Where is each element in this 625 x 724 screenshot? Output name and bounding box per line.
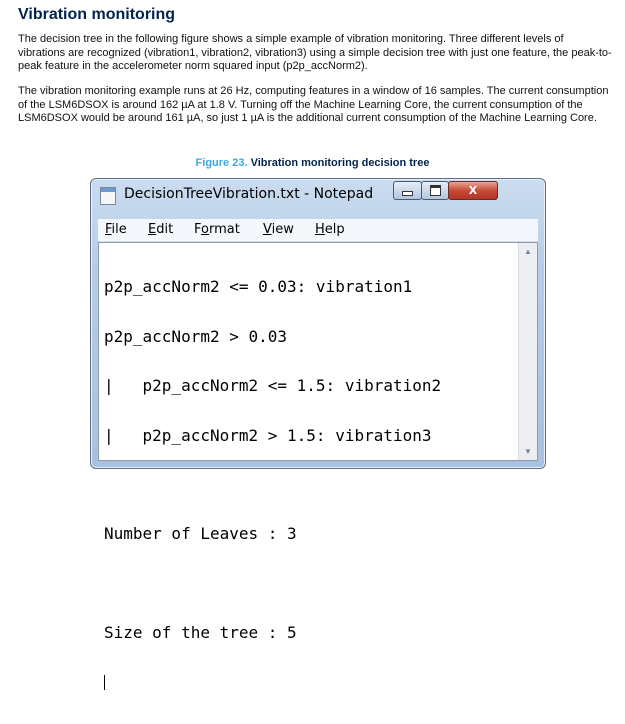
size-line: Size of the tree : 5 (104, 622, 297, 642)
leaves-line: Number of Leaves : 3 (104, 524, 297, 543)
title-bar[interactable]: DecisionTreeVibration.txt - Notepad X (91, 179, 545, 211)
menu-file[interactable]: File (105, 222, 127, 237)
paragraph-intro: The decision tree in the following figur… (18, 33, 612, 72)
vertical-scrollbar[interactable]: ▲ ▼ (518, 243, 537, 460)
notepad-window: DecisionTreeVibration.txt - Notepad X Fi… (90, 178, 546, 690)
maximize-button[interactable] (421, 181, 449, 200)
figure-label: Figure 23. (195, 157, 248, 169)
scroll-down-arrow-icon[interactable]: ▼ (519, 443, 537, 460)
text-editor[interactable]: p2p_accNorm2 <= 0.03: vibration1 p2p_acc… (98, 242, 538, 690)
menu-format[interactable]: Format (194, 222, 240, 237)
minimize-icon (402, 191, 413, 196)
notepad-icon (100, 187, 116, 205)
maximize-icon (429, 185, 441, 196)
menu-help[interactable]: Help (315, 222, 345, 237)
minimize-button[interactable] (393, 181, 422, 200)
editor-text[interactable]: p2p_accNorm2 <= 0.03: vibration1 p2p_acc… (104, 246, 511, 690)
menu-edit[interactable]: Edit (148, 222, 173, 237)
text-line: p2p_accNorm2 > 0.03 (104, 326, 288, 346)
menu-view[interactable]: View (263, 222, 294, 237)
menu-bar: File Edit Format View Help (98, 219, 538, 242)
text-line: | p2p_accNorm2 <= 1.5: vibration2 (104, 376, 442, 395)
paragraph-power: The vibration monitoring example runs at… (18, 85, 609, 124)
window-title: DecisionTreeVibration.txt - Notepad (124, 186, 374, 202)
text-caret (104, 675, 105, 690)
close-icon: X (468, 184, 478, 197)
section-heading: Vibration monitoring (18, 6, 176, 23)
close-button[interactable]: X (448, 181, 498, 200)
figure-title: Vibration monitoring decision tree (250, 157, 430, 169)
figure-caption: Figure 23. Vibration monitoring decision… (0, 157, 625, 169)
text-line: | p2p_accNorm2 > 1.5: vibration3 (104, 425, 432, 445)
text-line: p2p_accNorm2 <= 0.03: vibration1 (104, 277, 413, 296)
scroll-up-arrow-icon[interactable]: ▲ (519, 243, 537, 260)
